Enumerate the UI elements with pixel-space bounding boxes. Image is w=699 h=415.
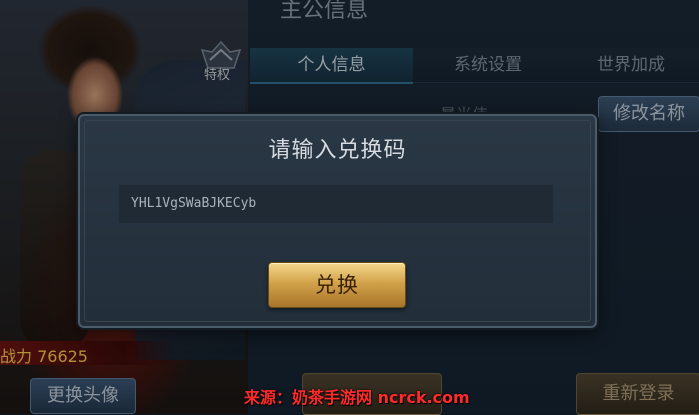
redeem-button[interactable]: 兑换 <box>268 262 406 308</box>
redeem-code-input[interactable]: YHL1VgSWaBJKECyb <box>118 184 554 224</box>
redeem-code-value: YHL1VgSWaBJKECyb <box>131 196 257 211</box>
dialog-title: 请输入兑换码 <box>268 138 407 163</box>
redeem-code-dialog: 请输入兑换码 YHL1VgSWaBJKECyb 兑换 <box>78 114 597 328</box>
source-watermark: 来源：奶茶手游网 ncrck.com <box>244 388 470 407</box>
